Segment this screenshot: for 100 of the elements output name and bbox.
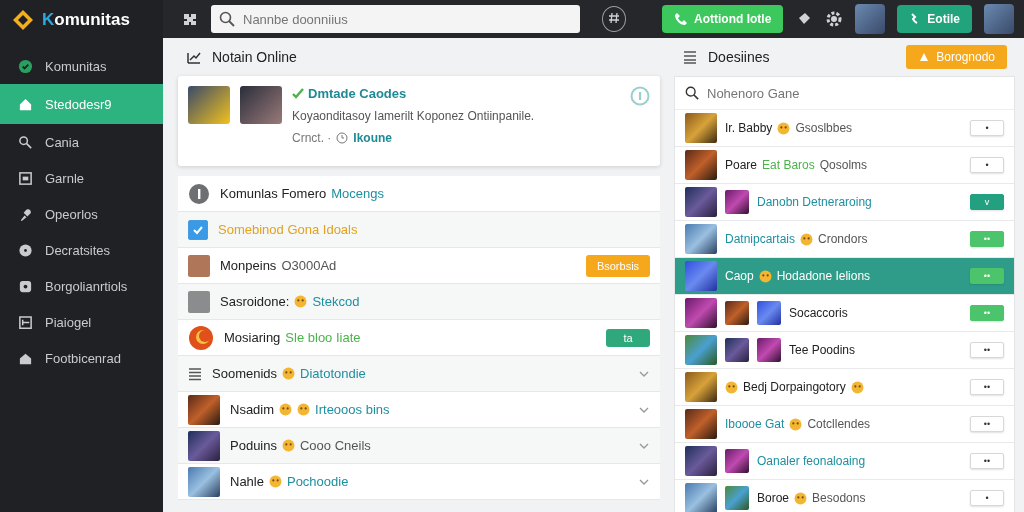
game-thumbnail — [685, 298, 717, 328]
list-icon — [18, 314, 33, 330]
game-row[interactable]: Oanaler feonaloaing •• — [675, 443, 1014, 480]
row-text: Crondors — [818, 232, 868, 246]
settings-icon[interactable] — [825, 10, 844, 28]
game-thumbnail — [725, 190, 749, 214]
game-row[interactable]: Ir. Babby Gsoslbbes • — [675, 110, 1014, 147]
game-thumbnail — [685, 261, 717, 291]
game-thumbnail — [685, 372, 717, 402]
row-text: Besodons — [812, 491, 866, 505]
game-thumbnail — [685, 335, 717, 365]
row-text: Caop — [725, 269, 754, 283]
emoji-icon — [850, 380, 864, 394]
emoji-icon — [725, 380, 738, 394]
emoji-icon — [294, 295, 308, 308]
game-thumbnail — [725, 449, 749, 473]
row-text: Eat Baros — [762, 158, 815, 172]
section-title: Doesiines — [708, 49, 771, 65]
search-field[interactable]: Nannbe doonniius — [211, 5, 581, 33]
emoji-icon — [279, 403, 293, 416]
game-thumbnail — [725, 301, 749, 325]
row-button[interactable]: • — [970, 490, 1004, 506]
row-button[interactable]: •• — [970, 416, 1004, 432]
game-row[interactable]: Bedj Dorpaingotory •• — [675, 369, 1014, 406]
game-row[interactable]: Tee Poodins •• — [675, 332, 1014, 369]
row-text: Socaccoris — [789, 306, 848, 320]
sidebar-item[interactable]: Piaiogel — [0, 304, 163, 340]
row-text: Nsadim — [230, 402, 275, 417]
badge-icon — [18, 58, 33, 74]
game-thumbnail — [685, 150, 717, 180]
row-text: Mosiaring — [224, 330, 281, 345]
game-thumbnail — [685, 187, 717, 217]
search-icon — [18, 134, 33, 150]
emoji-icon — [777, 121, 791, 135]
game-row[interactable]: Socaccoris •• — [675, 295, 1014, 332]
game-thumbnail — [188, 430, 220, 461]
app-logo-text: Komunitas — [42, 10, 130, 30]
game-thumbnail — [685, 113, 717, 143]
row-text: Danobn Detneraroing — [757, 195, 872, 209]
card-meta: Crnct. · — [292, 131, 332, 145]
clock-icon — [336, 132, 349, 144]
home-icon — [18, 96, 33, 112]
game-thumbnail — [725, 486, 749, 510]
row-text: Somebinod Gona Idoals — [218, 222, 358, 237]
user-avatar[interactable] — [984, 4, 1014, 34]
row-text: Sasroidone: — [220, 294, 290, 309]
sidebar-item[interactable]: Opeorlos — [0, 196, 163, 232]
row-text: Bedj Dorpaingotory — [743, 380, 846, 394]
sidebar-item[interactable]: Cania — [0, 124, 163, 160]
row-button[interactable]: • — [970, 120, 1004, 136]
emoji-icon — [282, 367, 296, 380]
sidebar-item[interactable]: Komunitas — [0, 48, 163, 84]
row-text: Nahle — [230, 474, 264, 489]
row-text: Datnipcartais — [725, 232, 796, 246]
game-row[interactable]: Boroe Besodons • — [675, 480, 1014, 512]
info-icon[interactable] — [630, 86, 650, 106]
check-icon — [292, 87, 304, 100]
game-thumbnail — [757, 338, 781, 362]
row-text: O3000Ad — [281, 258, 337, 273]
card-title: Dmtade Caodes — [308, 86, 407, 101]
card-text: Koyaonditasoy Iamerilt Koponez Ontiinpanile. — [292, 109, 536, 123]
checkbox[interactable] — [188, 219, 208, 240]
game-row[interactable]: Poare Eat Baros Qosolms • — [675, 147, 1014, 184]
game-row[interactable]: Iboooe Gat Cotcllendes •• — [675, 406, 1014, 443]
sidebar-item[interactable]: Decratsites — [0, 232, 163, 268]
crescent-logo-icon — [188, 324, 214, 351]
emoji-icon — [268, 475, 282, 488]
row-button[interactable]: •• — [970, 453, 1004, 469]
hash-icon — [608, 11, 621, 24]
game-thumbnail — [757, 301, 781, 325]
game-thumbnail — [685, 483, 717, 512]
row-text: Gsoslbbes — [795, 121, 853, 135]
diamond-logo-icon — [12, 9, 34, 31]
row-text: Boroe — [757, 491, 790, 505]
list-icon — [188, 366, 202, 381]
sidebar-item[interactable]: Borgolianrtiols — [0, 268, 163, 304]
game-thumbnail — [725, 338, 749, 362]
row-text: Tee Poodins — [789, 343, 856, 357]
row-text: Sle bloo Iiate — [285, 330, 361, 345]
row-button[interactable]: •• — [970, 379, 1004, 395]
game-row[interactable]: Danobn Detneraroing v — [675, 184, 1014, 221]
tile-icon — [188, 254, 210, 277]
row-text: Poare — [725, 158, 758, 172]
disc-icon — [18, 242, 33, 258]
row-text: Diatotondie — [300, 366, 366, 381]
row-button[interactable]: • — [970, 157, 1004, 173]
row-button[interactable]: •• — [970, 342, 1004, 358]
row-text: Ir. Babby — [725, 121, 773, 135]
triangle-icon — [918, 51, 931, 63]
game-thumbnail — [188, 466, 220, 497]
game-thumbnail — [685, 409, 717, 439]
sidebar-item[interactable]: Garnle — [0, 160, 163, 196]
user-avatar[interactable] — [855, 4, 886, 34]
stack-icon — [682, 49, 698, 65]
image-placeholder — [188, 86, 230, 124]
row-text: Mocengs — [331, 186, 384, 201]
sidebar-item[interactable]: Footbicenrad — [0, 340, 163, 376]
game-thumbnail — [188, 394, 220, 425]
card-link[interactable]: Ikoune — [353, 131, 392, 145]
game-thumbnail — [685, 224, 717, 254]
